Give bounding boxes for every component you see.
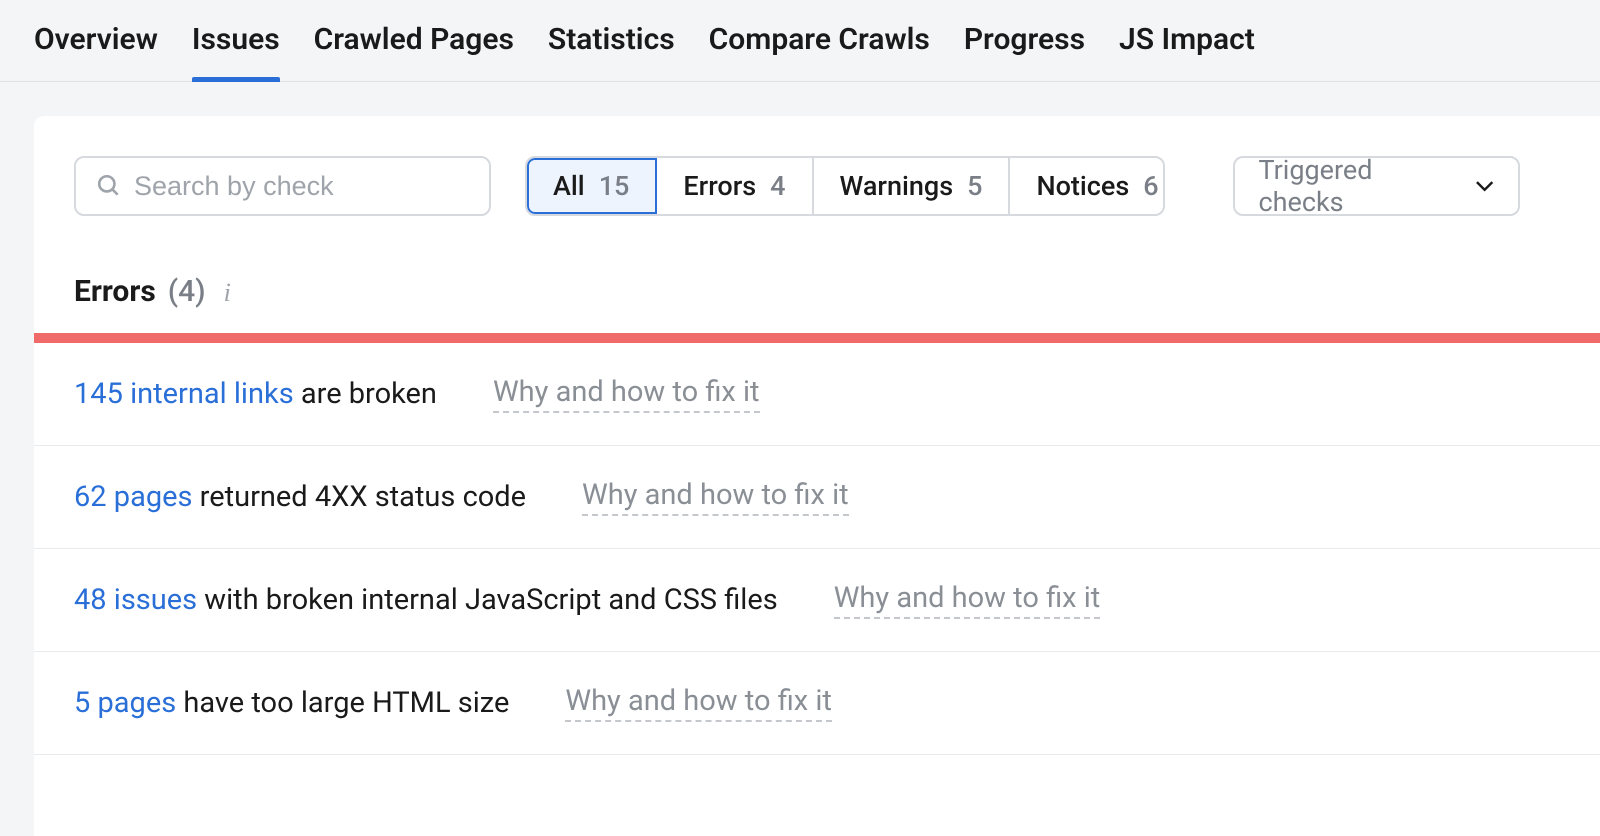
issue-desc: with broken internal JavaScript and CSS … (197, 583, 778, 617)
filter-count: 5 (967, 170, 982, 202)
fix-link[interactable]: Why and how to fix it (834, 581, 1101, 619)
issue-row: 62 pages returned 4XX status code Why an… (34, 446, 1600, 549)
issue-row: 5 pages have too large HTML size Why and… (34, 652, 1600, 755)
errors-accent-bar (34, 333, 1600, 343)
issue-row: 145 internal links are broken Why and ho… (34, 343, 1600, 446)
search-box[interactable] (74, 156, 491, 216)
issue-count-link[interactable]: 62 pages (74, 480, 192, 514)
section-header: Errors (4) i (34, 216, 1600, 333)
filter-count: 15 (599, 170, 630, 202)
filter-label: Errors (683, 170, 756, 202)
triggered-checks-dropdown[interactable]: Triggered checks (1233, 156, 1521, 216)
issues-panel: All 15 Errors 4 Warnings 5 Notices 6 (34, 116, 1600, 836)
issue-desc: are broken (294, 377, 437, 411)
search-input[interactable] (134, 171, 469, 202)
nav-tabs: Overview Issues Crawled Pages Statistics… (0, 0, 1600, 82)
fix-link[interactable]: Why and how to fix it (493, 375, 760, 413)
section-title: Errors (74, 274, 156, 309)
info-icon[interactable]: i (218, 278, 231, 308)
filter-warnings[interactable]: Warnings 5 (814, 158, 1011, 214)
tab-progress[interactable]: Progress (964, 22, 1085, 81)
filter-count: 4 (770, 170, 785, 202)
section-count: (4) (168, 274, 206, 309)
content-wrap: All 15 Errors 4 Warnings 5 Notices 6 (0, 82, 1600, 836)
search-icon (96, 173, 122, 199)
tab-overview[interactable]: Overview (34, 22, 158, 81)
chevron-down-icon (1475, 180, 1494, 192)
tab-issues[interactable]: Issues (192, 22, 280, 81)
filter-all[interactable]: All 15 (527, 158, 657, 214)
issue-text: 5 pages have too large HTML size (74, 686, 509, 720)
tab-crawled-pages[interactable]: Crawled Pages (314, 22, 514, 81)
issue-count-link[interactable]: 5 pages (74, 686, 176, 720)
filter-label: All (553, 170, 585, 202)
controls-row: All 15 Errors 4 Warnings 5 Notices 6 (34, 156, 1600, 216)
issue-count-link[interactable]: 145 internal links (74, 377, 294, 411)
issue-text: 48 issues with broken internal JavaScrip… (74, 583, 778, 617)
issue-count-link[interactable]: 48 issues (74, 583, 197, 617)
issue-text: 145 internal links are broken (74, 377, 437, 411)
filter-label: Notices (1036, 170, 1129, 202)
issue-desc: returned 4XX status code (192, 480, 526, 514)
tab-js-impact[interactable]: JS Impact (1119, 22, 1255, 81)
dropdown-label: Triggered checks (1259, 154, 1457, 218)
filter-notices[interactable]: Notices 6 (1010, 158, 1164, 214)
tab-statistics[interactable]: Statistics (548, 22, 675, 81)
fix-link[interactable]: Why and how to fix it (565, 684, 832, 722)
filter-count: 6 (1143, 170, 1158, 202)
filter-label: Warnings (840, 170, 954, 202)
filter-segmented: All 15 Errors 4 Warnings 5 Notices 6 (525, 156, 1164, 216)
issue-row: 48 issues with broken internal JavaScrip… (34, 549, 1600, 652)
issue-text: 62 pages returned 4XX status code (74, 480, 526, 514)
issue-desc: have too large HTML size (176, 686, 509, 720)
tab-compare-crawls[interactable]: Compare Crawls (709, 22, 930, 81)
fix-link[interactable]: Why and how to fix it (582, 478, 849, 516)
filter-errors[interactable]: Errors 4 (657, 158, 813, 214)
